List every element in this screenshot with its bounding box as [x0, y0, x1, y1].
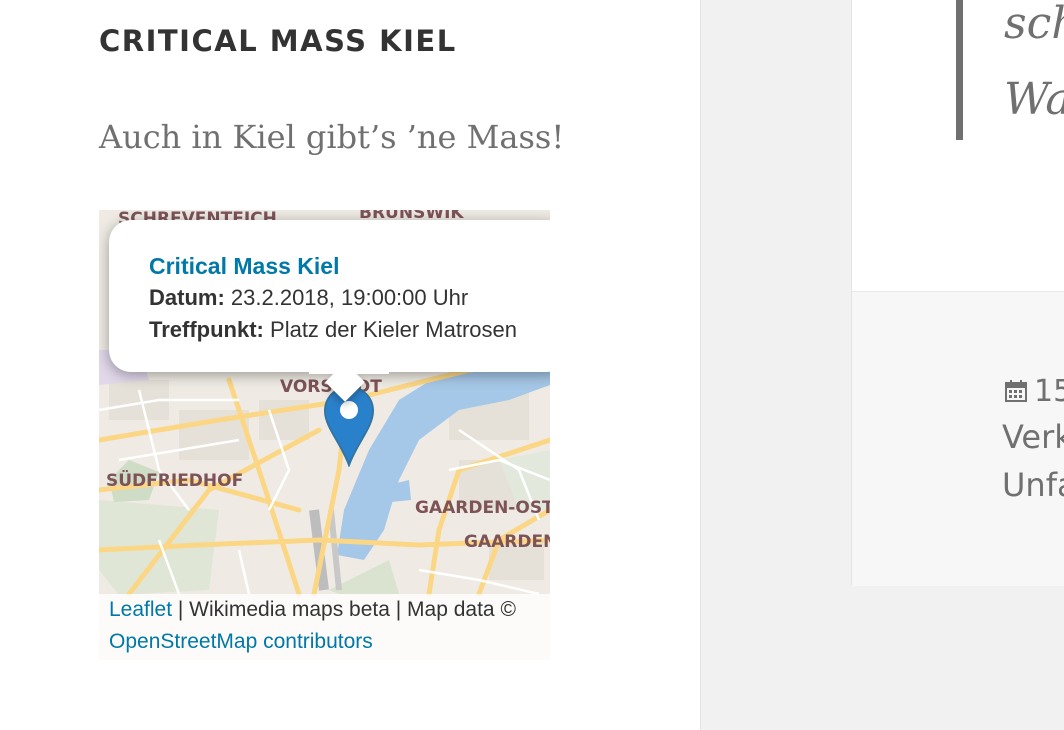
post-date[interactable]: 15: [1004, 374, 1064, 409]
map-label-suedfriedhof: SÜDFRIEDHOF: [106, 469, 243, 491]
event-map[interactable]: SCHREVENTEICH BRUNSWIK VORSTADT SÜDFRIED…: [99, 210, 550, 660]
map-label-gaarden: GAARDEN: [464, 532, 550, 552]
popup-meeting-point-row: Treffpunkt: Platz der Kieler Matrosen: [149, 314, 517, 346]
location-marker-icon[interactable]: [323, 385, 375, 471]
leaflet-link[interactable]: Leaflet: [109, 598, 172, 621]
map-attribution: Leaflet | Wikimedia maps beta | Map data…: [99, 594, 550, 660]
article-body: sch Wa: [852, 0, 1064, 291]
site-title[interactable]: CRITICAL MASS KIEL: [99, 24, 457, 58]
post-date-text: 15: [1034, 374, 1064, 409]
popup-title[interactable]: Critical Mass Kiel: [149, 250, 517, 282]
attribution-text: | Wikimedia maps beta | Map data ©: [172, 598, 516, 621]
quote-line-2: Wa: [1004, 74, 1064, 125]
popup-date-row: Datum: 23.2.2018, 19:00:00 Uhr: [149, 282, 517, 314]
map-label-gaarden-ost: GAARDEN-OST: [415, 498, 550, 518]
osm-contributors-link[interactable]: OpenStreetMap contributors: [109, 630, 373, 653]
entry-footer: 15 Verk Unfa: [852, 291, 1064, 586]
blockquote-border: [956, 0, 963, 140]
sidebar: CRITICAL MASS KIEL Auch in Kiel gibt’s ’…: [0, 0, 701, 730]
date-label: Datum:: [149, 285, 225, 310]
calendar-icon: [1005, 380, 1027, 402]
popup-tip-cover: [309, 350, 389, 374]
meeting-point-label: Treffpunkt:: [149, 317, 264, 342]
post-category-line-1[interactable]: Verk: [1002, 418, 1064, 456]
meeting-point-value: Platz der Kieler Matrosen: [270, 317, 518, 342]
quote-line-1: sch: [1004, 0, 1064, 49]
site-tagline: Auch in Kiel gibt’s ’ne Mass!: [99, 118, 565, 156]
article-card: sch Wa 15 Verk Unfa: [851, 0, 1064, 586]
popup-content: Critical Mass Kiel Datum: 23.2.2018, 19:…: [149, 250, 517, 346]
post-category-line-2[interactable]: Unfa: [1002, 466, 1064, 504]
date-value: 23.2.2018, 19:00:00 Uhr: [230, 285, 469, 310]
